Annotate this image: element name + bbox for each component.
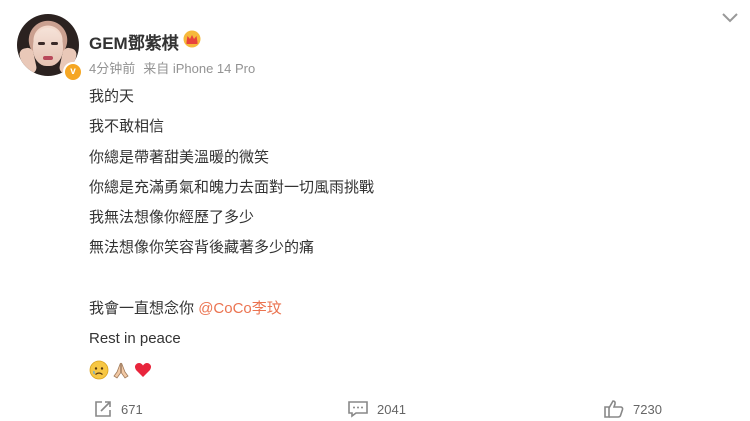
post-source: 来自 iPhone 14 Pro <box>143 61 256 76</box>
sad-face-emoji <box>89 360 109 380</box>
post-line: 我的天 <box>89 88 135 105</box>
like-button[interactable]: 7230 <box>603 398 662 420</box>
avatar-lips <box>43 56 53 60</box>
post-meta: 4分钟前 来自 iPhone 14 Pro <box>89 58 255 77</box>
post-line: Rest in peace <box>89 330 181 348</box>
crown-icon[interactable] <box>182 30 202 48</box>
repost-button[interactable]: 671 <box>93 398 143 420</box>
like-count: 7230 <box>633 401 662 417</box>
post-line: 你總是充滿勇氣和魄力去面對一切風雨挑戰 <box>89 178 375 196</box>
chevron-down-icon[interactable] <box>721 12 739 24</box>
post-line: 我無法想像你經歷了多少 <box>89 209 255 227</box>
comment-count: 2041 <box>377 401 406 417</box>
emoji-row <box>89 355 709 385</box>
post-line-mention: 我會一直想念你 @CoCo李玟 <box>89 294 709 324</box>
repost-icon <box>95 401 111 417</box>
thumbs-up-icon <box>604 400 624 418</box>
avatar-face <box>33 28 63 66</box>
repost-count: 671 <box>121 401 143 417</box>
post-time[interactable]: 4分钟前 <box>89 61 135 76</box>
avatar-eye-right <box>51 42 58 45</box>
avatar[interactable]: v <box>17 14 83 82</box>
comment-button[interactable]: 2041 <box>347 398 406 420</box>
post-line: 我不敢相信 <box>89 118 165 136</box>
weibo-post-card: v GEM鄧紫棋 4分钟前 来自 iPhone 14 Pro 我的天 我不敢相信 … <box>0 0 750 421</box>
comment-icon <box>348 401 368 418</box>
post-line: 你總是帶著甜美溫暖的微笑 <box>89 148 270 166</box>
red-heart-emoji <box>134 362 152 377</box>
mention-link[interactable]: @CoCo李玟 <box>198 300 282 317</box>
author-name[interactable]: GEM鄧紫棋 <box>89 29 179 54</box>
avatar-eye-left <box>38 42 45 45</box>
praying-hands-emoji <box>113 362 129 379</box>
verified-badge-icon: v <box>63 62 83 82</box>
post-line: 我會一直想念你 <box>89 300 195 318</box>
post-line: 無法想像你笑容背後藏著多少的痛 <box>89 239 315 257</box>
post-text: 我的天 我不敢相信 你總是帶著甜美溫暖的微笑 你總是充滿勇氣和魄力去面對一切風雨… <box>89 82 709 385</box>
